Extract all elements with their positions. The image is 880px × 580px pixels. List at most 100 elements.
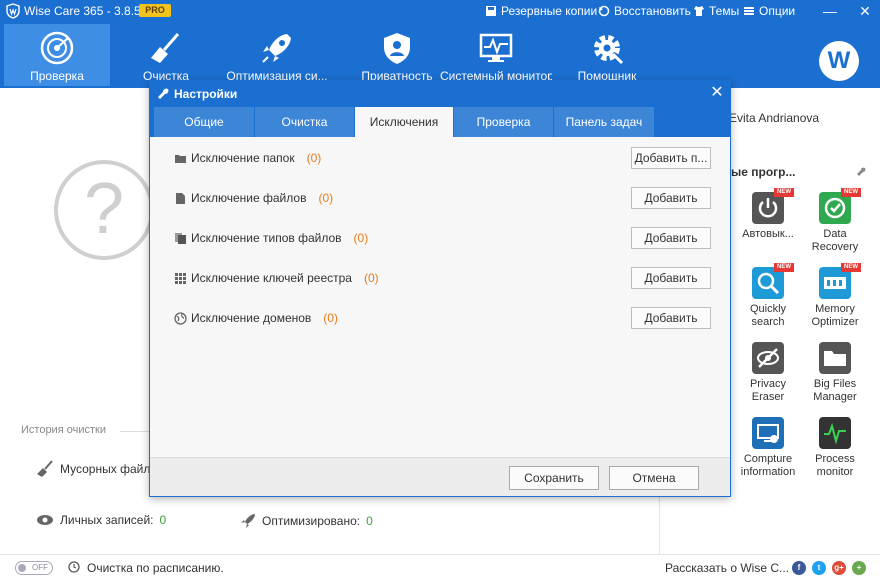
- add-file-button[interactable]: Добавить: [631, 187, 711, 209]
- schedule-text[interactable]: Очистка по расписанию.: [87, 561, 224, 575]
- tools-title: ые прогр...: [731, 165, 796, 179]
- tool-autoshutdown[interactable]: NEW Автовык...: [735, 188, 801, 241]
- exclusion-count: (0): [318, 191, 334, 205]
- dialog-header: Настройки ✕ Общие Очистка Исключения Про…: [150, 81, 730, 137]
- restore-link[interactable]: Восстановить: [598, 3, 691, 19]
- menu-icon: [744, 7, 754, 15]
- share-text[interactable]: Рассказать о Wise C...: [665, 561, 789, 575]
- tab-taskbar[interactable]: Панель задач: [554, 107, 654, 137]
- options-label: Опции: [759, 4, 796, 18]
- privacy-row: Личных записей: 0: [36, 513, 166, 527]
- history-divider: [120, 431, 150, 432]
- eye-icon: [37, 515, 53, 525]
- tool-label: Privacy Eraser: [749, 378, 787, 403]
- tool-computer-info[interactable]: Compture information: [735, 417, 801, 479]
- google-plus-icon[interactable]: g+: [832, 561, 846, 575]
- tab-exclusions[interactable]: Исключения: [355, 107, 453, 137]
- minimize-button[interactable]: —: [820, 2, 840, 20]
- nav-clean[interactable]: Очистка: [118, 24, 214, 86]
- themes-label: Темы: [709, 4, 740, 18]
- junk-label: Мусорных файлов: [60, 462, 164, 476]
- user-name[interactable]: Evita Andrianova: [729, 111, 819, 125]
- exclusion-label: Исключение типов файлов: [191, 231, 342, 245]
- new-badge: NEW: [841, 188, 861, 197]
- wrench-icon[interactable]: [856, 167, 866, 177]
- pro-badge: PRO: [139, 4, 171, 17]
- exclusion-count: (0): [306, 151, 322, 165]
- toggle-knob: [18, 564, 26, 572]
- new-badge: NEW: [774, 188, 794, 197]
- folder-icon: [175, 154, 186, 163]
- exclusion-row-registry: Исключение ключей реестра (0): [174, 268, 379, 288]
- search-icon: NEW: [752, 263, 794, 299]
- process-icon: [819, 417, 851, 449]
- add-folder-button[interactable]: Добавить п...: [631, 147, 711, 169]
- settings-dialog: Настройки ✕ Общие Очистка Исключения Про…: [149, 80, 731, 497]
- monitor-icon: [479, 33, 513, 62]
- exclusion-count: (0): [353, 231, 369, 245]
- cancel-button[interactable]: Отмена: [609, 466, 699, 490]
- tab-cleaning[interactable]: Очистка: [255, 107, 354, 137]
- new-badge: NEW: [841, 263, 861, 272]
- tool-label: Data Recovery: [811, 228, 859, 253]
- top-bar: Wise Care 365 - 3.8.5 PRO Резервные копи…: [0, 0, 880, 88]
- privacy-value: 0: [159, 513, 167, 527]
- exclusion-row-files: Исключение файлов (0): [174, 188, 333, 208]
- exclusion-label: Исключение доменов: [191, 311, 312, 325]
- tool-data-recovery[interactable]: NEW Data Recovery: [802, 188, 868, 254]
- tool-privacy-eraser[interactable]: Privacy Eraser: [735, 342, 801, 404]
- nav-check-label: Проверка: [30, 69, 84, 83]
- nav-check[interactable]: Проверка: [4, 24, 110, 86]
- rocket-icon: [262, 34, 291, 63]
- options-link[interactable]: Опции: [743, 3, 795, 19]
- tool-label: Compture information: [740, 453, 796, 478]
- tab-scan[interactable]: Проверка: [454, 107, 553, 137]
- computer-info-icon: [752, 417, 784, 449]
- nav-privacy[interactable]: Приватность: [348, 24, 446, 86]
- status-bar: OFF Очистка по расписанию. Рассказать о …: [0, 554, 880, 580]
- privacy-label: Личных записей:: [60, 513, 154, 527]
- dialog-body: Исключение папок (0) Добавить п... Исклю…: [150, 137, 730, 457]
- avatar[interactable]: W: [819, 41, 859, 81]
- shield-icon: [384, 33, 410, 64]
- twitter-icon[interactable]: t: [812, 561, 826, 575]
- backup-icon: [486, 6, 496, 16]
- add-file-type-button[interactable]: Добавить: [631, 227, 711, 249]
- exclusion-label: Исключение ключей реестра: [191, 271, 352, 285]
- optimized-label: Оптимизировано:: [262, 514, 361, 528]
- tool-memory-optimizer[interactable]: NEW Memory Optimizer: [802, 263, 868, 329]
- schedule-toggle[interactable]: OFF: [15, 561, 53, 575]
- tool-process-monitor[interactable]: Process monitor: [802, 417, 868, 479]
- dialog-close-button[interactable]: ✕: [708, 83, 726, 103]
- tab-general[interactable]: Общие: [154, 107, 254, 137]
- tool-quick-search[interactable]: NEW Quickly search: [735, 263, 801, 329]
- avatar-letter: W: [827, 47, 851, 74]
- rocket-small-icon: [241, 514, 255, 528]
- nav-assistant[interactable]: Помощник: [566, 24, 648, 86]
- optimized-row: Оптимизировано: 0: [240, 513, 373, 529]
- question-icon: ?: [54, 160, 154, 260]
- tool-big-files[interactable]: Big Files Manager: [802, 342, 868, 404]
- exclusion-row-domains: Исключение доменов (0): [174, 308, 338, 328]
- themes-link[interactable]: Темы: [693, 3, 739, 19]
- add-domain-button[interactable]: Добавить: [631, 307, 711, 329]
- save-button[interactable]: Сохранить: [509, 466, 599, 490]
- more-share-icon[interactable]: +: [852, 561, 866, 575]
- facebook-icon[interactable]: f: [792, 561, 806, 575]
- tool-label: Автовык...: [742, 228, 794, 240]
- broom-icon: [151, 33, 180, 63]
- dialog-footer: Сохранить Отмена: [150, 457, 730, 496]
- nav-optimize[interactable]: Оптимизация си...: [226, 24, 328, 86]
- new-badge: NEW: [774, 263, 794, 272]
- file-types-icon: [175, 232, 186, 244]
- nav-monitor[interactable]: Системный монитор: [440, 24, 552, 86]
- dialog-title: Настройки: [174, 87, 238, 101]
- app-title: Wise Care 365 - 3.8.5: [24, 4, 141, 18]
- exclusion-count: (0): [323, 311, 338, 325]
- add-registry-key-button[interactable]: Добавить: [631, 267, 711, 289]
- memory-icon: NEW: [819, 263, 861, 299]
- optimized-value: 0: [366, 514, 373, 528]
- history-title: История очистки: [21, 424, 106, 436]
- window-close-button[interactable]: ✕: [855, 2, 875, 20]
- backup-link[interactable]: Резервные копии: [485, 3, 597, 19]
